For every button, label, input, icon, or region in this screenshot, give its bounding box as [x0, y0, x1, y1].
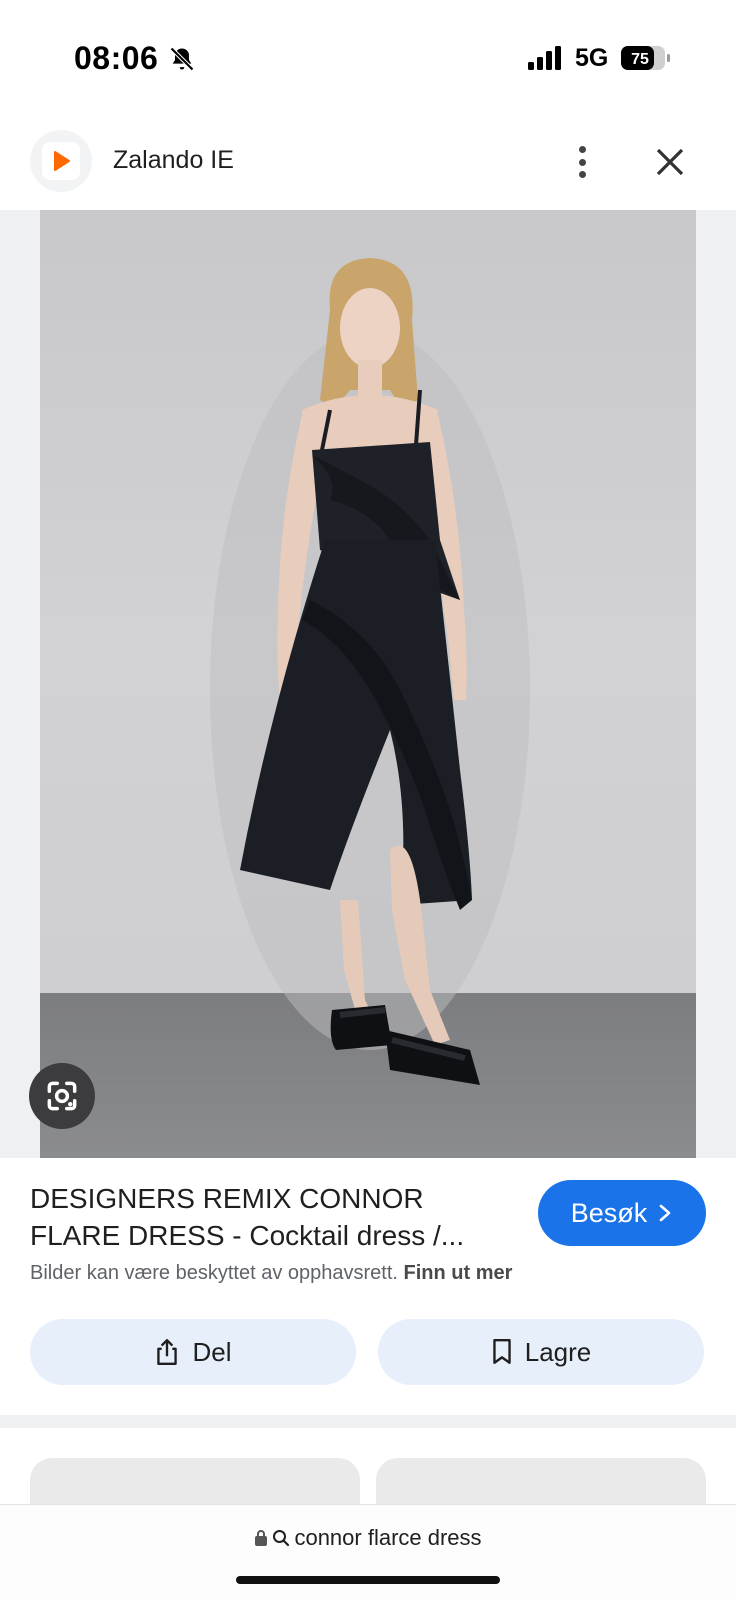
- battery-level: 75: [631, 51, 649, 68]
- network-type: 5G: [575, 44, 609, 72]
- lock-icon: [255, 1530, 268, 1546]
- share-icon: [157, 1339, 178, 1365]
- bell-slash-icon: [170, 47, 194, 71]
- close-icon[interactable]: [652, 144, 688, 180]
- learn-more-link[interactable]: Finn ut mer: [404, 1262, 513, 1284]
- site-favicon[interactable]: [30, 130, 92, 192]
- image-preview-area: [0, 210, 736, 1158]
- visit-button-label: Besøk: [570, 1197, 648, 1228]
- status-time: 08:06: [74, 40, 159, 76]
- model-figure: [210, 258, 530, 1085]
- app-header: Zalando IE: [0, 118, 736, 210]
- status-bar: 08:06 5G 75: [0, 0, 736, 118]
- visit-button[interactable]: Besøk: [538, 1180, 706, 1246]
- search-icon: [273, 1530, 290, 1547]
- chevron-right-icon: [659, 1204, 671, 1222]
- copyright-text: Bilder kan være beskyttet av opphavsrett…: [30, 1262, 398, 1284]
- browser-url-bar[interactable]: connor flarce dress: [0, 1504, 736, 1600]
- signal-icon: [528, 46, 561, 70]
- more-vert-icon[interactable]: [566, 142, 598, 182]
- product-image[interactable]: [40, 210, 696, 1158]
- copyright-notice: Bilder kan være beskyttet av opphavsrett…: [30, 1262, 512, 1285]
- product-title[interactable]: DESIGNERS REMIX CONNOR FLARE DRESS - Coc…: [30, 1180, 500, 1254]
- save-button-label: Lagre: [524, 1336, 592, 1367]
- lens-icon: [47, 1081, 77, 1111]
- url-query: connor flarce dress: [294, 1525, 482, 1550]
- share-button[interactable]: Del: [30, 1319, 356, 1385]
- google-lens-button[interactable]: [29, 1063, 95, 1129]
- section-divider: [0, 1415, 736, 1428]
- site-name[interactable]: Zalando IE: [113, 146, 234, 175]
- save-button[interactable]: Lagre: [378, 1319, 704, 1385]
- zalando-logo-icon: [54, 151, 70, 171]
- share-button-label: Del: [192, 1336, 232, 1367]
- battery-icon: 75: [621, 46, 670, 70]
- bookmark-icon: [493, 1338, 511, 1364]
- home-indicator[interactable]: [236, 1576, 500, 1584]
